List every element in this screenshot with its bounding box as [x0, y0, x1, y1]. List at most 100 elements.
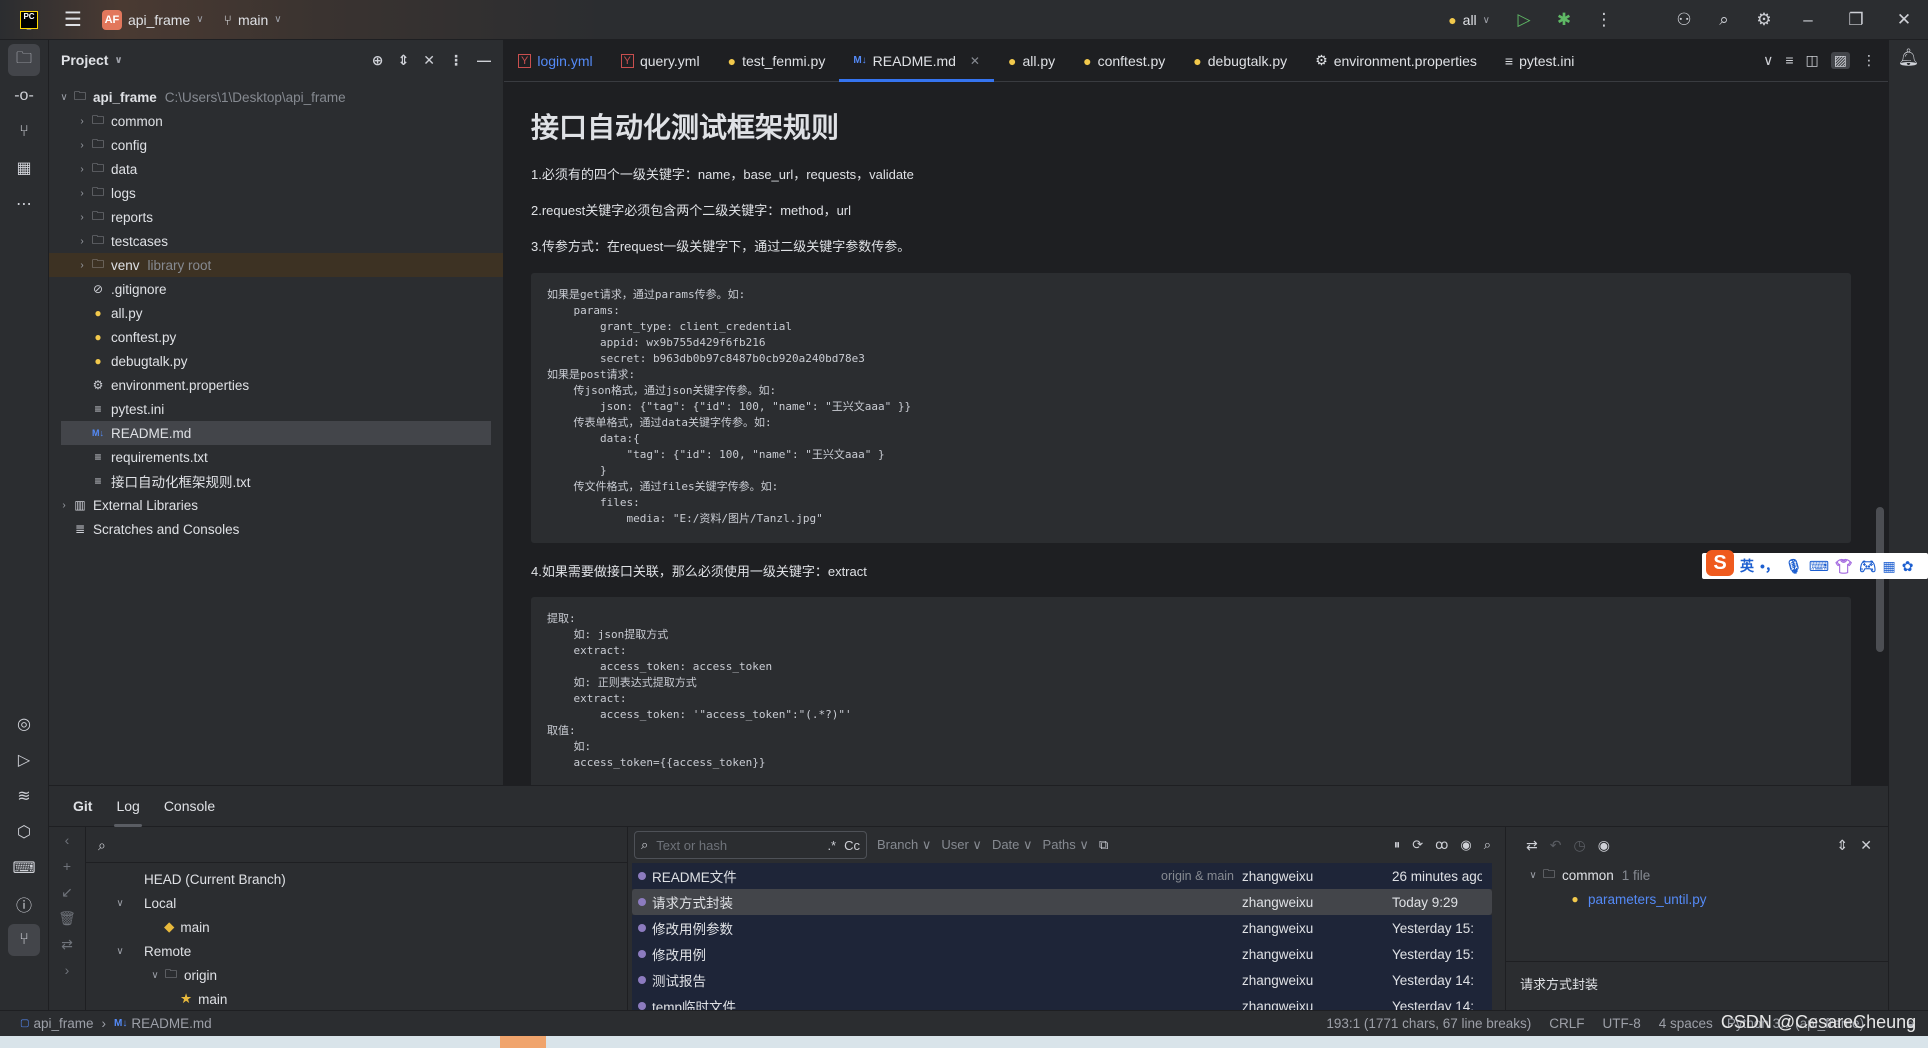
- file-encoding[interactable]: UTF-8: [1603, 1016, 1641, 1031]
- git-tool-icon[interactable]: ⑂: [8, 924, 40, 956]
- tab-console[interactable]: Console: [152, 786, 227, 827]
- revert-icon[interactable]: ↶: [1550, 837, 1562, 854]
- preview-only-icon[interactable]: ▨: [1830, 52, 1850, 69]
- branch-local-main[interactable]: ◆ main: [86, 915, 627, 939]
- branch-head[interactable]: HEAD (Current Branch): [86, 867, 627, 891]
- hide-icon[interactable]: —: [477, 52, 491, 69]
- commit-row[interactable]: 修改用例 zhangweixu Yesterday 15:: [632, 941, 1492, 967]
- markdown-preview[interactable]: 接口自动化测试框架规则 1.必须有的四个一级关键字：name，base_url，…: [504, 82, 1888, 785]
- structure-icon[interactable]: ▦: [8, 152, 40, 184]
- collapse-all-icon[interactable]: ✕: [1860, 837, 1888, 854]
- changed-folder[interactable]: ∨ 🗀 common 1 file: [1506, 863, 1888, 887]
- tab-log[interactable]: Log: [104, 786, 151, 827]
- tree-folder[interactable]: › 🗀 logs: [49, 181, 503, 205]
- tree-file[interactable]: ≡ pytest.ini: [49, 397, 503, 421]
- commit-row[interactable]: 测试报告 zhangweixu Yesterday 14:: [632, 967, 1492, 993]
- restore-button[interactable]: ❐: [1832, 10, 1880, 30]
- close-button[interactable]: ✕: [1880, 10, 1928, 30]
- cherry-pick-icon[interactable]: ꝏ: [1435, 837, 1448, 853]
- project-tool-icon[interactable]: 🗀: [8, 44, 40, 76]
- tree-folder[interactable]: › 🗀 reports: [49, 205, 503, 229]
- regex-toggle[interactable]: .*: [827, 838, 836, 853]
- filter-paths[interactable]: Paths ∨: [1043, 837, 1089, 853]
- log-search-input[interactable]: ⌕ Text or hash .* Cc: [634, 831, 867, 859]
- scratches-and-consoles[interactable]: ≣ Scratches and Consoles: [49, 517, 503, 541]
- match-case-toggle[interactable]: Cc: [844, 838, 860, 853]
- collapse-panel-icon[interactable]: ‹: [49, 827, 85, 853]
- tree-folder[interactable]: › 🗀 common: [49, 109, 503, 133]
- tab-test-fenmi-py[interactable]: ● test_fenmi.py: [714, 40, 840, 82]
- tree-file[interactable]: ≡ 接口自动化框架规则.txt: [49, 469, 503, 493]
- more-icon[interactable]: ⋮: [1584, 10, 1624, 30]
- branch-group-remote[interactable]: ∨ Remote: [86, 939, 627, 963]
- branch-group-local[interactable]: ∨ Local: [86, 891, 627, 915]
- view-options-icon[interactable]: ◉: [1460, 837, 1471, 853]
- tab-query-yml[interactable]: Yquery.yml: [607, 40, 714, 82]
- layers-icon[interactable]: ≋: [8, 780, 40, 812]
- tree-file[interactable]: ≡ requirements.txt: [49, 445, 503, 469]
- close-tab-icon[interactable]: ✕: [970, 54, 980, 68]
- ime-language[interactable]: 英: [1740, 556, 1754, 576]
- tree-root[interactable]: ∨ 🗀 api_frame C:\Users\1\Desktop\api_fra…: [49, 85, 503, 109]
- editor-only-icon[interactable]: ≡: [1785, 52, 1793, 69]
- tree-folder[interactable]: › 🗀 config: [49, 133, 503, 157]
- filter-date[interactable]: Date ∨: [992, 837, 1033, 853]
- commit-row[interactable]: README文件 origin & main zhangweixu 26 minute…: [632, 863, 1492, 889]
- editor-scrollbar[interactable]: [1876, 507, 1884, 652]
- editor-options-icon[interactable]: ⋮: [1862, 52, 1876, 69]
- expand-all-icon[interactable]: ⇕: [1837, 837, 1849, 854]
- notifications-icon[interactable]: 🔔︎: [1889, 48, 1928, 68]
- tree-folder[interactable]: › 🗀 testcases: [49, 229, 503, 253]
- tab-environment-properties[interactable]: ⚙ environment.properties: [1301, 40, 1491, 82]
- external-libraries[interactable]: › ▥ External Libraries: [49, 493, 503, 517]
- interpreter[interactable]: Python 3.7 (api_frame) CSDN @CesareCheun…: [1721, 1012, 1916, 1032]
- tree-file[interactable]: ⚙ environment.properties: [49, 373, 503, 397]
- tab-readme-md[interactable]: M↓ README.md ✕: [839, 40, 994, 82]
- breadcrumb-file[interactable]: README.md: [131, 1016, 211, 1031]
- collapse-all-icon[interactable]: ✕: [423, 52, 435, 69]
- microphone-icon[interactable]: 🎙︎: [1785, 558, 1803, 575]
- tree-file-selected[interactable]: M↓ README.md: [61, 421, 491, 445]
- history-icon[interactable]: ◷: [1573, 837, 1585, 854]
- expand-panel-icon[interactable]: ›: [49, 957, 85, 983]
- tab-all-py[interactable]: ● all.py: [994, 40, 1069, 82]
- changed-file[interactable]: ● parameters_until.py: [1506, 887, 1888, 911]
- branch-origin-main[interactable]: ★ main: [86, 987, 627, 1011]
- checkout-icon[interactable]: ↙: [49, 879, 85, 905]
- run-tool-icon[interactable]: ▷: [8, 744, 40, 776]
- debug-icon[interactable]: ✱: [1544, 10, 1584, 30]
- commit-tool-icon[interactable]: -o-: [8, 80, 40, 112]
- expand-all-icon[interactable]: ⇕: [398, 52, 410, 69]
- apps-grid-icon[interactable]: ▦: [1882, 558, 1895, 575]
- commit-row[interactable]: 请求方式封装 zhangweixu Today 9:29: [632, 889, 1492, 915]
- tree-folder-venv[interactable]: › 🗀 venv library root: [49, 253, 503, 277]
- editor-and-preview-icon[interactable]: ◫: [1806, 52, 1819, 69]
- tab-list-chevron-icon[interactable]: ∨: [1763, 52, 1773, 69]
- terminal-icon[interactable]: ⌨: [8, 852, 40, 884]
- tab-login-yml[interactable]: Ylogin.yml: [504, 40, 607, 82]
- pause-icon[interactable]: ⏸︎: [1394, 837, 1401, 853]
- problems-icon[interactable]: ⓘ: [8, 888, 40, 920]
- filter-branch[interactable]: Branch ∨: [877, 837, 931, 853]
- keyboard-icon[interactable]: ⌨: [1809, 558, 1829, 575]
- taskbar-active-app[interactable]: [500, 1036, 546, 1048]
- pull-requests-icon[interactable]: ⑂: [8, 116, 40, 148]
- tree-file[interactable]: ● all.py: [49, 301, 503, 325]
- project-panel-title[interactable]: Project: [61, 52, 108, 68]
- gamepad-icon[interactable]: 🎮︎: [1859, 558, 1877, 575]
- refresh-icon[interactable]: ⟳: [1412, 837, 1423, 853]
- main-menu-icon[interactable]: ☰: [64, 7, 82, 32]
- tab-conftest-py[interactable]: ● conftest.py: [1069, 40, 1179, 82]
- options-icon[interactable]: ⋮: [449, 52, 463, 69]
- minimize-button[interactable]: –: [1784, 10, 1832, 30]
- compare-icon[interactable]: ⇄: [49, 931, 85, 957]
- ime-punctuation[interactable]: •，: [1760, 556, 1779, 576]
- breadcrumb-project[interactable]: api_frame: [33, 1016, 93, 1031]
- settings-icon[interactable]: ⚙: [1744, 10, 1784, 30]
- branch-switcher[interactable]: ⑂ main ∨: [224, 12, 282, 28]
- search-icon[interactable]: ⌕: [1704, 10, 1744, 30]
- caret-position[interactable]: 193:1 (1771 chars, 67 line breaks): [1326, 1016, 1531, 1031]
- filter-user[interactable]: User ∨: [941, 837, 982, 853]
- locate-icon[interactable]: ⊕: [372, 52, 384, 69]
- commit-row[interactable]: 修改用例参数 zhangweixu Yesterday 15:: [632, 915, 1492, 941]
